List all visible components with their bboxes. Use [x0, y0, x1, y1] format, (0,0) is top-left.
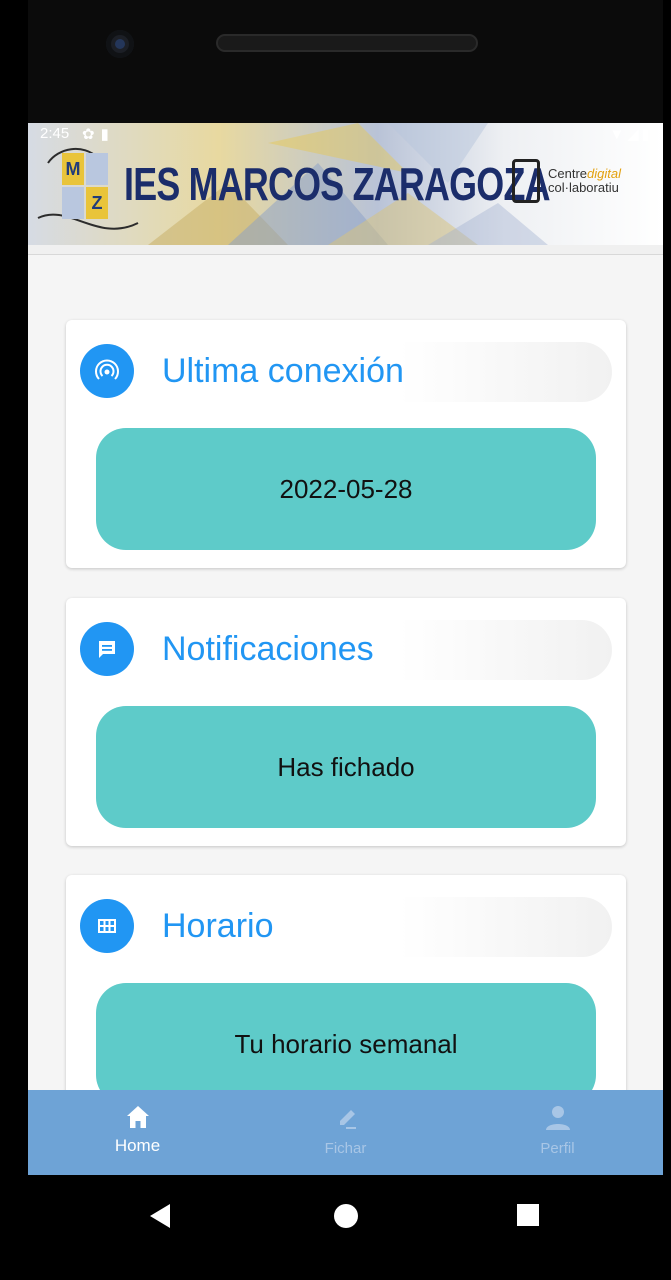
logo-cell-blank-bottom [62, 187, 84, 219]
back-icon[interactable] [148, 1203, 172, 1229]
badge-word-collaboratiu: col·laboratiu [548, 180, 619, 195]
home-circle-icon[interactable] [333, 1203, 359, 1229]
badge-word-centre: Centre [548, 166, 588, 181]
notification-message[interactable]: Has fichado [96, 706, 596, 828]
weekly-schedule-button[interactable]: Tu horario semanal [96, 983, 596, 1105]
grid-icon [80, 899, 134, 953]
nav-item-home[interactable]: Home [32, 1090, 243, 1175]
device-bezel-right [663, 0, 671, 1280]
front-camera [106, 30, 134, 58]
status-bar: 2:45 ✿▮ ▼◢▮ [28, 123, 663, 147]
status-system-icons: ▼◢▮ [609, 125, 653, 143]
app-screen: M Z IES MARCOS ZARAGOZA Centredigital co… [28, 123, 663, 1175]
home-icon [126, 1106, 149, 1128]
tablet-icon [512, 159, 540, 203]
card-header: Horario [80, 897, 612, 957]
pencil-icon [339, 1110, 356, 1129]
school-logo: M Z [62, 153, 120, 245]
sd-card-icon: ▮ [100, 126, 115, 143]
last-connection-value[interactable]: 2022-05-28 [96, 428, 596, 550]
nav-label-home: Home [114, 1136, 161, 1155]
logo-cell-blank-top [86, 153, 108, 185]
logo-cell-m: M [62, 153, 84, 185]
card-title: Horario [162, 907, 274, 945]
nav-label-fichar: Fichar [324, 1140, 367, 1157]
wifi-signal-icon [80, 344, 134, 398]
school-name: IES MARCOS ZARAGOZA [124, 158, 550, 210]
status-time: 2:45 [40, 125, 70, 142]
status-notification-icons: ✿▮ [82, 125, 115, 143]
card-title: Ultima conexión [162, 352, 404, 390]
settings-gear-icon: ✿ [82, 126, 101, 143]
device-frame: M Z IES MARCOS ZARAGOZA Centredigital co… [0, 0, 671, 1280]
card-notifications: Notificaciones Has fichado [66, 598, 626, 846]
nav-item-fichar[interactable]: Fichar [240, 1090, 451, 1175]
device-bezel-left [0, 0, 28, 1280]
battery-icon: ▮ [641, 126, 653, 143]
bottom-navigation: Home Fichar Perfil [28, 1090, 663, 1175]
badge-word-digital: digital [587, 166, 621, 181]
cell-signal-icon: ◢ [627, 126, 642, 143]
message-icon [80, 622, 134, 676]
recents-icon[interactable] [516, 1203, 540, 1227]
system-navigation-bar [28, 1175, 663, 1280]
card-schedule: Horario Tu horario semanal [66, 875, 626, 1123]
nav-label-perfil: Perfil [540, 1140, 575, 1157]
card-header: Notificaciones [80, 620, 612, 680]
wifi-icon: ▼ [609, 126, 628, 143]
earpiece-speaker [216, 34, 478, 52]
logo-cell-z: Z [86, 187, 108, 219]
centre-digital-text: Centredigital col·laboratiu [548, 167, 621, 195]
nav-item-perfil[interactable]: Perfil [452, 1090, 663, 1175]
card-header: Ultima conexión [80, 342, 612, 402]
centre-digital-badge: Centredigital col·laboratiu [512, 153, 642, 213]
header-divider [28, 245, 663, 255]
card-title: Notificaciones [162, 630, 374, 668]
card-last-connection: Ultima conexión 2022-05-28 [66, 320, 626, 568]
person-icon [545, 1106, 570, 1130]
